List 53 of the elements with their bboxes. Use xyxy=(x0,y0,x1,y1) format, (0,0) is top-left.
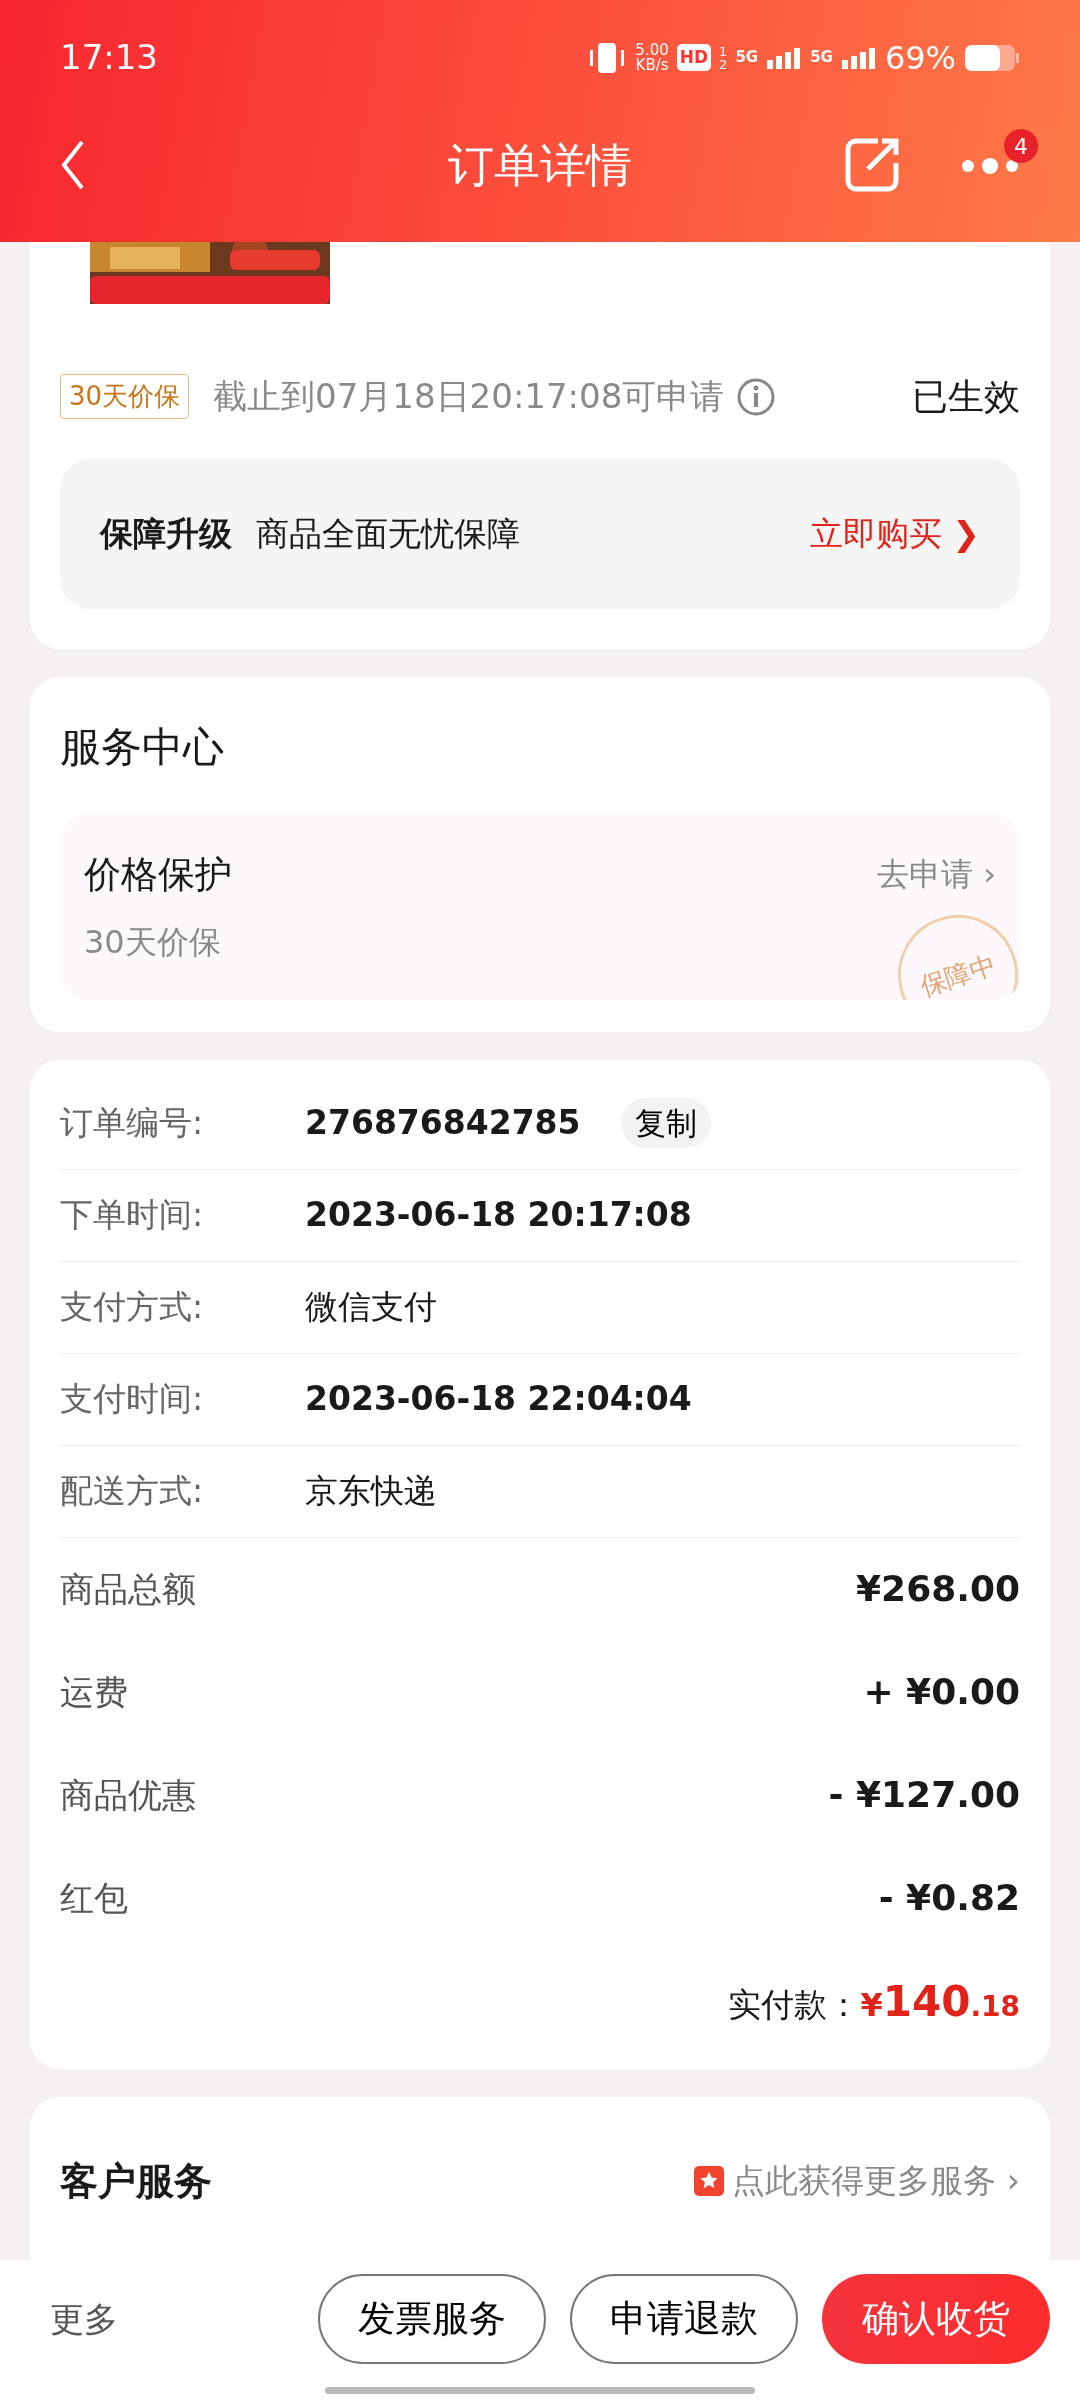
amount-label: 运费 xyxy=(60,1670,128,1714)
action-button[interactable]: 发票服务 xyxy=(318,2274,546,2364)
buy-now-link[interactable]: 立即购买 ❯ xyxy=(809,509,980,559)
sim-slot-label: 2 xyxy=(719,57,728,71)
sim-slot-label: 1 xyxy=(719,44,728,58)
amount-value: + ¥0.00 xyxy=(863,1670,1020,1714)
copy-button[interactable]: 复制 xyxy=(620,1097,711,1149)
info-label: 下单时间: xyxy=(60,1194,205,1237)
notification-badge: 4 xyxy=(1004,129,1038,163)
signal-icon xyxy=(766,45,803,70)
network-label: 5G xyxy=(735,50,759,65)
info-value: 2023-06-18 20:17:08 xyxy=(305,1194,692,1237)
info-value: 微信支付 xyxy=(305,1286,437,1329)
amount-value: ¥268.00 xyxy=(856,1567,1020,1611)
price-protection-tag: 30天价保 xyxy=(60,374,190,419)
net-speed: 5.00 xyxy=(635,42,669,58)
info-label: 配送方式: xyxy=(60,1470,205,1513)
more-icon[interactable] xyxy=(960,156,1020,175)
more-link[interactable]: 更多 xyxy=(50,2293,118,2345)
confirm-button[interactable]: 确认收货 xyxy=(822,2274,1050,2364)
network-label: 5G xyxy=(810,50,833,65)
section-title: 客户服务 xyxy=(60,2157,212,2205)
info-label: 支付时间: xyxy=(60,1378,205,1421)
action-button[interactable]: 申请退款 xyxy=(570,2274,798,2364)
net-speed-unit: KB/s xyxy=(635,57,669,73)
battery-percent: 69% xyxy=(884,37,956,79)
upgrade-label: 保障升级 xyxy=(100,513,232,556)
info-value: 京东快递 xyxy=(305,1470,437,1513)
info-icon xyxy=(736,376,777,417)
back-icon[interactable] xyxy=(60,139,86,191)
protection-status: 已生效 xyxy=(912,374,1020,419)
info-value: 276876842785 xyxy=(305,1102,581,1145)
info-label: 支付方式: xyxy=(60,1286,205,1329)
service-item[interactable]: 价格保护 去申请 › 30天价保 保障中 xyxy=(60,814,1020,1000)
amount-label: 商品总额 xyxy=(60,1567,196,1611)
amount-value: - ¥0.82 xyxy=(878,1876,1020,1920)
section-title: 服务中心 xyxy=(60,722,225,773)
total-label: 实付款： xyxy=(728,1983,861,2026)
service-title: 价格保护 xyxy=(84,851,232,898)
battery-icon xyxy=(964,43,1020,72)
amount-label: 商品优惠 xyxy=(60,1773,196,1817)
page-title: 订单详情 xyxy=(448,136,632,194)
amount-value: - ¥127.00 xyxy=(828,1773,1020,1817)
info-label: 订单编号: xyxy=(60,1102,205,1145)
deadline-text: 截止到07月18日20:17:08可申请 xyxy=(213,375,725,418)
hd-label: HD xyxy=(676,43,712,72)
info-value: 2023-06-18 22:04:04 xyxy=(305,1378,692,1421)
total-amount: ¥140.18 xyxy=(860,1975,1020,2028)
signal-icon xyxy=(840,45,877,70)
status-time: 17:13 xyxy=(60,36,158,79)
share-icon[interactable] xyxy=(844,137,900,193)
amount-label: 红包 xyxy=(60,1876,128,1920)
upgrade-description: 商品全面无忧保障 xyxy=(256,513,520,556)
